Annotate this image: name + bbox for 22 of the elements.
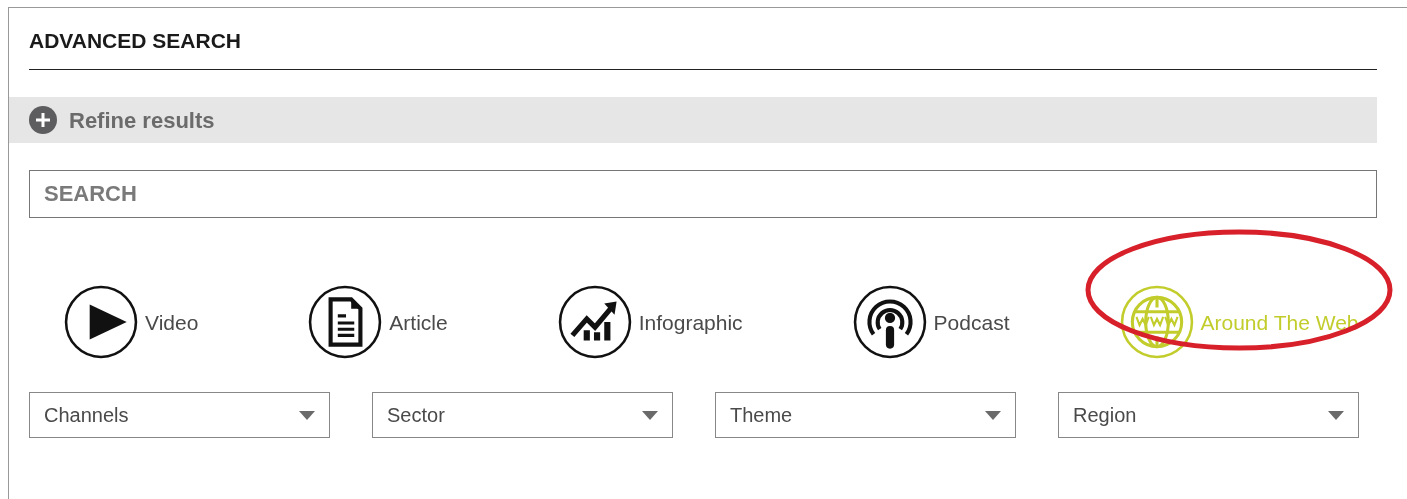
content-type-filter[interactable]: Infographic [557, 285, 743, 360]
refine-results-toggle[interactable]: Refine results [9, 97, 1377, 144]
filter-dropdown[interactable]: Theme [715, 392, 1016, 439]
panel-title: ADVANCED SEARCH [29, 8, 1377, 71]
caret-icon [1328, 410, 1344, 420]
play-icon [64, 285, 138, 360]
plus-icon [29, 106, 57, 135]
filter-dropdown[interactable]: Channels [29, 392, 330, 439]
caret-icon [299, 410, 315, 420]
filter-dropdown[interactable]: Region [1058, 392, 1359, 439]
content-type-filter[interactable]: Article [308, 285, 448, 360]
filter-dropdown[interactable]: Sector [372, 392, 673, 439]
refine-label: Refine results [69, 106, 215, 135]
podcast-icon [852, 285, 927, 360]
globe-icon [1119, 285, 1194, 360]
content-type-filter[interactable]: Podcast [852, 285, 1010, 360]
search-field[interactable]: SEARCH [29, 170, 1377, 219]
content-type-filter[interactable]: Video [64, 285, 199, 360]
document-icon [308, 285, 383, 360]
chart-icon [557, 285, 632, 360]
caret-icon [642, 410, 658, 420]
caret-icon [985, 410, 1001, 420]
